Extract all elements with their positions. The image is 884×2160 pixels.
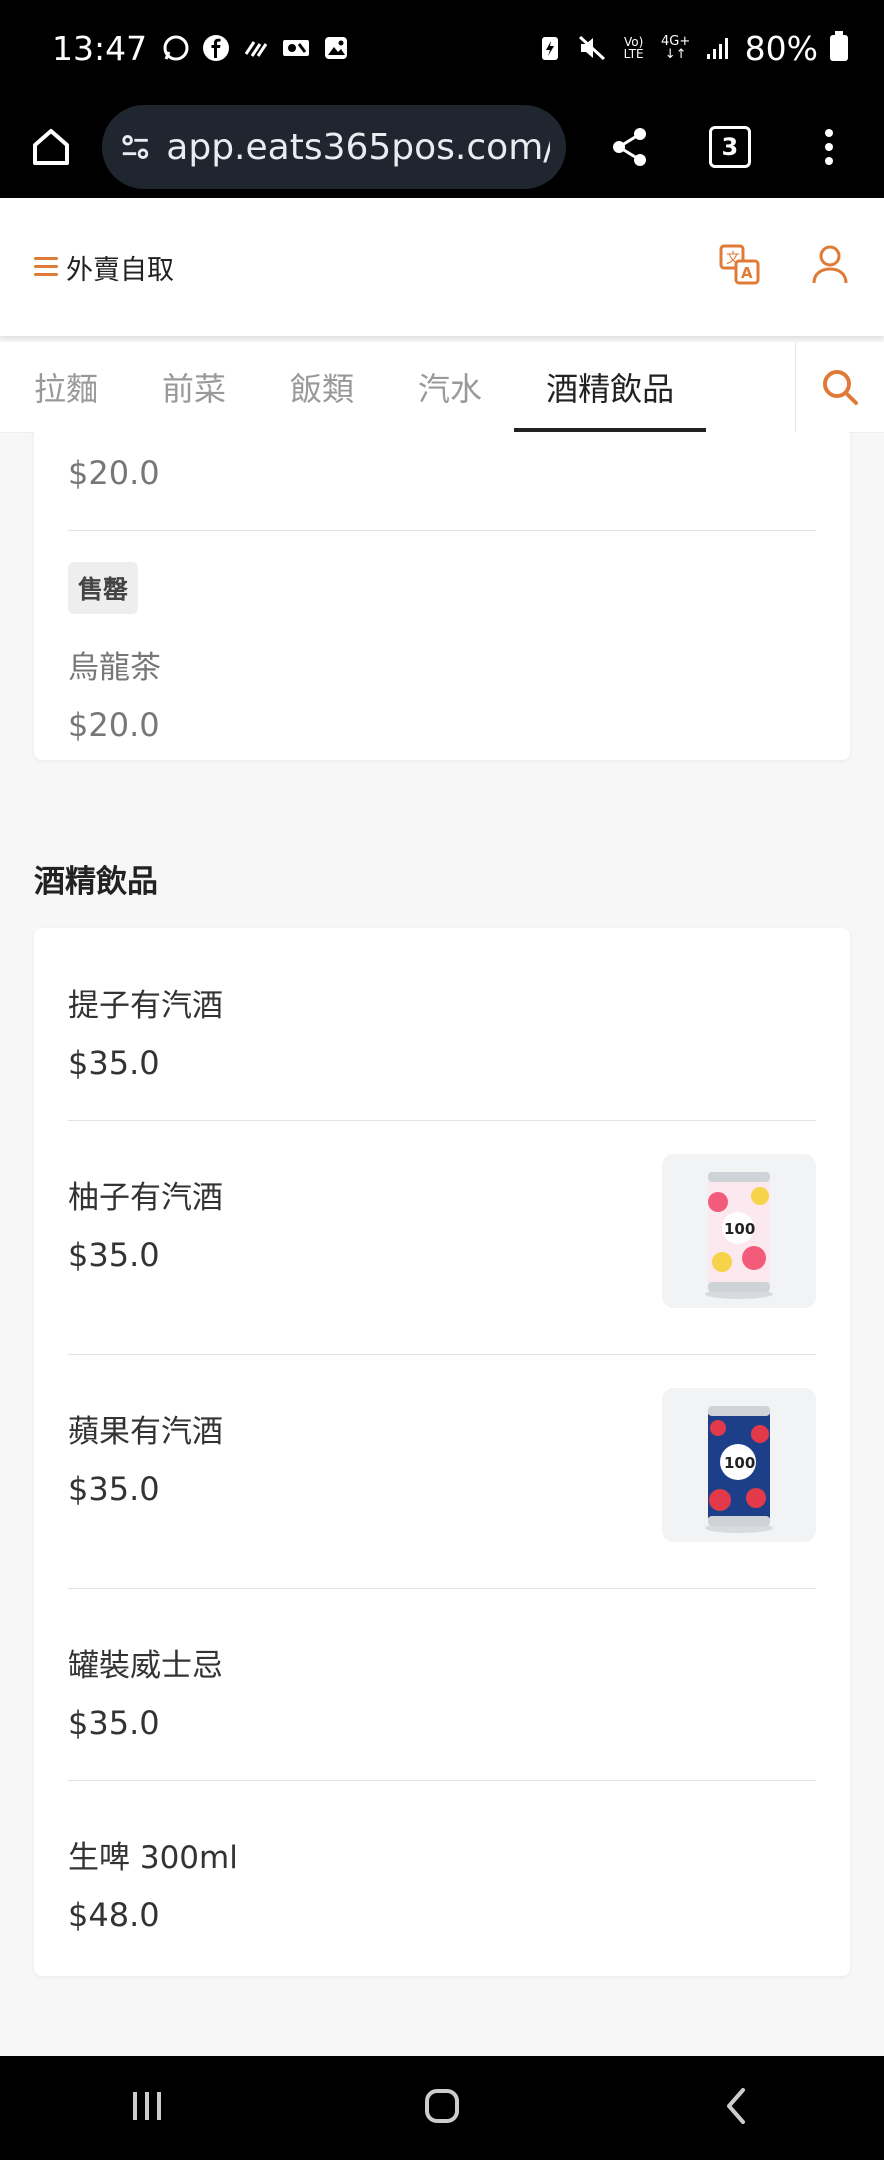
status-bar: 13:47 Vo) LTE 4G+ ↓↑ 80% — [0, 0, 884, 96]
recent-apps-button[interactable] — [127, 2086, 167, 2130]
recents-icon — [133, 2092, 162, 2120]
browser-toolbar: app.eats365pos.com/l 3 — [0, 96, 884, 198]
4g-data-icon: 4G+ ↓↑ — [661, 34, 691, 62]
item-price: $35.0 — [68, 1044, 160, 1082]
system-status: Vo) LTE 4G+ ↓↑ 80% — [535, 29, 848, 68]
account-button[interactable] — [810, 243, 850, 291]
search-icon — [823, 370, 858, 405]
share-icon — [613, 128, 647, 166]
alcohol-section-card: 提子有汽酒 $35.0 柚子有汽酒 $35.0 100 蘋果有汽酒 $35.0 … — [34, 928, 850, 1976]
back-chevron-icon — [726, 2088, 745, 2124]
item-price: $20.0 — [68, 454, 160, 492]
item-name: 烏龍茶 — [68, 650, 161, 686]
battery-percent: 80% — [744, 28, 818, 68]
list-item[interactable]: 生啤 300ml $48.0 — [68, 1780, 816, 1976]
url-text: app.eats365pos.com/l — [166, 126, 550, 168]
signal-strength-icon — [703, 33, 733, 63]
item-price: $35.0 — [68, 1236, 160, 1274]
home-circle-icon — [424, 2089, 459, 2123]
mute-icon — [577, 33, 607, 63]
item-price: $35.0 — [68, 1470, 160, 1508]
user-icon — [812, 245, 848, 284]
list-item[interactable]: 蘋果有汽酒 $35.0 100 — [68, 1354, 816, 1588]
item-image-apple-can[interactable]: 100 — [662, 1388, 816, 1542]
site-settings-icon[interactable] — [118, 129, 153, 165]
notification-icons — [161, 33, 351, 63]
menu-button[interactable]: 外賣自取 — [34, 248, 174, 287]
list-item[interactable]: $20.0 — [68, 432, 816, 522]
battery-saver-icon — [535, 33, 565, 63]
category-tabs: 拉麵 前菜 飯類 汽水 酒精飲品 — [0, 342, 884, 433]
share-button[interactable] — [596, 111, 665, 183]
facebook-icon — [201, 33, 231, 63]
tabs-button[interactable]: 3 — [695, 111, 764, 183]
status-time: 13:47 — [52, 28, 148, 68]
tab-appetizers[interactable]: 前菜 — [130, 342, 258, 432]
language-button[interactable]: 文 A — [718, 243, 762, 291]
item-image-yuzu-can[interactable]: 100 — [662, 1154, 816, 1308]
tab-rice[interactable]: 飯類 — [258, 342, 386, 432]
home-nav-button[interactable] — [422, 2086, 462, 2130]
item-name: 柚子有汽酒 — [68, 1180, 223, 1216]
item-price: $35.0 — [68, 1704, 160, 1742]
item-price: $48.0 — [68, 1896, 160, 1934]
svg-text:100: 100 — [724, 1220, 755, 1238]
sold-out-badge: 售罄 — [68, 562, 139, 614]
svg-text:A: A — [741, 264, 753, 282]
menu-search-button[interactable] — [795, 342, 884, 432]
list-item[interactable]: 提子有汽酒 $35.0 — [68, 928, 816, 1120]
whatsapp-icon — [161, 33, 191, 63]
tab-ramen[interactable]: 拉麵 — [34, 342, 130, 432]
item-price: $20.0 — [68, 706, 160, 744]
tab-alcohol[interactable]: 酒精飲品 — [514, 342, 707, 432]
svg-text:100: 100 — [724, 1454, 755, 1472]
more-vert-icon — [825, 129, 834, 165]
address-bar[interactable]: app.eats365pos.com/l — [101, 105, 566, 189]
list-item[interactable]: 售罄 烏龍茶 $20.0 — [68, 530, 816, 760]
home-icon — [32, 129, 69, 165]
app-header: 外賣自取 文 A — [0, 198, 884, 336]
tab-soda[interactable]: 汽水 — [386, 342, 514, 432]
system-nav-bar — [0, 2056, 884, 2160]
signal-scan-icon — [241, 33, 271, 63]
list-item[interactable]: 柚子有汽酒 $35.0 100 — [68, 1120, 816, 1354]
ticket-icon — [281, 33, 311, 63]
browser-home-button[interactable] — [20, 115, 82, 179]
menu-content: $20.0 售罄 烏龍茶 $20.0 酒精飲品 提子有汽酒 $35.0 柚子有汽… — [0, 432, 884, 2056]
section-title: 酒精飲品 — [34, 864, 158, 900]
list-item[interactable]: 罐裝威士忌 $35.0 — [68, 1588, 816, 1780]
hamburger-icon — [34, 257, 58, 277]
item-name: 蘋果有汽酒 — [68, 1414, 223, 1450]
translate-icon: 文 A — [719, 244, 760, 285]
item-name: 生啤 300ml — [68, 1840, 238, 1876]
soda-section-card: $20.0 售罄 烏龍茶 $20.0 — [34, 432, 850, 760]
tab-count: 3 — [708, 126, 751, 168]
order-mode-title: 外賣自取 — [66, 254, 174, 286]
volte-icon: Vo) LTE — [623, 35, 644, 61]
back-button[interactable] — [717, 2086, 757, 2130]
item-name: 罐裝威士忌 — [68, 1648, 223, 1684]
gallery-icon — [321, 33, 351, 63]
item-name: 提子有汽酒 — [68, 988, 223, 1024]
browser-menu-button[interactable] — [795, 111, 864, 183]
battery-icon — [830, 31, 848, 61]
